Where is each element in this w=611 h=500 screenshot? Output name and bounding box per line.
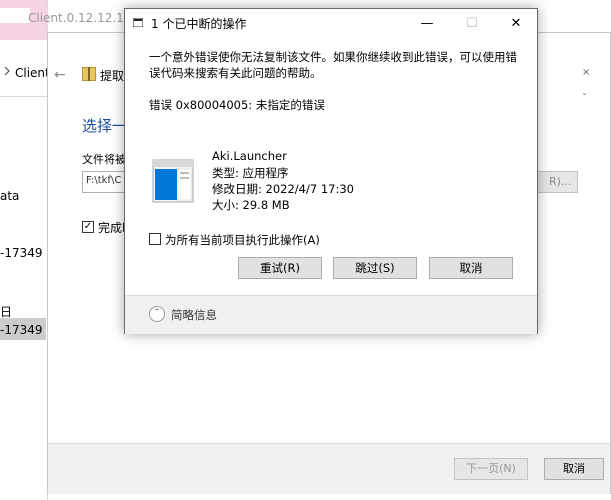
maximize-button: ☐ [466, 16, 478, 31]
dialog-titlebar[interactable]: 1 个已中断的操作 — ☐ ✕ [125, 9, 537, 38]
minimize-button[interactable]: — [405, 9, 449, 38]
explorer-divider [0, 96, 47, 97]
interrupted-operation-dialog: 1 个已中断的操作 — ☐ ✕ 一个意外错误使你无法复制该文件。如果你继续收到此… [124, 8, 538, 334]
explorer-list-item[interactable]: -17349 [0, 323, 46, 337]
chevron-up-icon[interactable]: ⌃ [149, 306, 165, 322]
zip-folder-icon-stripe [88, 67, 90, 81]
back-arrow-icon[interactable]: ← [54, 67, 66, 83]
apply-to-all-checkbox[interactable] [149, 233, 161, 245]
explorer-address-text[interactable]: Client [15, 66, 47, 80]
skip-button[interactable]: 跳过(S) [333, 257, 417, 279]
wizard-close-fragment[interactable]: × [582, 67, 590, 78]
apply-to-all-label[interactable]: 为所有当前项目执行此操作(A) [165, 232, 320, 248]
wizard-breadcrumb: 提取 [100, 69, 125, 83]
application-file-icon [152, 159, 194, 203]
copy-operation-icon [133, 18, 143, 27]
show-files-checkbox[interactable]: ✓ [82, 221, 94, 233]
wizard-chevron-fragment[interactable]: ˇ [582, 93, 587, 104]
file-modified-date: 修改日期: 2022/4/7 17:30 [212, 182, 354, 196]
explorer-tab[interactable] [0, 8, 30, 23]
wizard-destination-label: 文件将被 [82, 153, 126, 166]
explorer-window-fragment: Client ata -17349 日 -17349 [0, 0, 48, 500]
next-button[interactable]: 下一页(N) [454, 458, 528, 480]
collapse-details-label[interactable]: 简略信息 [171, 307, 217, 323]
explorer-list-item[interactable]: ata [0, 189, 46, 203]
wizard-cancel-button[interactable]: 取消 [544, 458, 604, 480]
file-type: 类型: 应用程序 [212, 166, 289, 180]
chevron-right-icon[interactable] [2, 66, 12, 76]
wizard-heading: 选择一 [82, 117, 128, 135]
error-message: 一个意外错误使你无法复制该文件。如果你继续收到此错误，可以使用错 误代码来搜索有… [149, 50, 517, 80]
error-code: 错误 0x80004005: 未指定的错误 [149, 98, 325, 112]
retry-button[interactable]: 重试(R) [238, 257, 322, 279]
dialog-title: 1 个已中断的操作 [151, 17, 247, 31]
file-name: Aki.Launcher [212, 149, 287, 163]
cancel-button[interactable]: 取消 [429, 257, 513, 279]
explorer-list-item[interactable]: -17349 [0, 246, 46, 260]
close-button[interactable]: ✕ [494, 9, 538, 38]
file-size: 大小: 29.8 MB [212, 198, 290, 212]
